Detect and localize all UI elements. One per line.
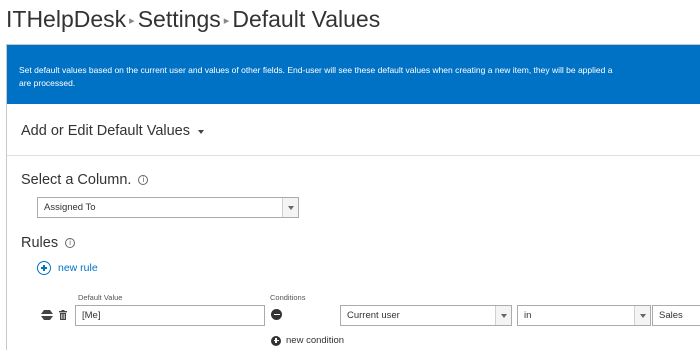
settings-panel: Set default values based on the current …	[6, 44, 700, 350]
new-condition-label: new condition	[286, 335, 345, 346]
rules-label: Rules	[21, 235, 59, 251]
new-condition-button[interactable]: new condition	[271, 335, 344, 346]
add-icon	[271, 335, 281, 346]
rules-label-row: Rules i	[21, 235, 76, 251]
breadcrumb-site-link[interactable]: ITHelpDesk	[6, 6, 126, 33]
breadcrumb: ITHelpDesk ▸ Settings ▸ Default Values	[6, 4, 380, 34]
remove-condition-icon[interactable]	[271, 309, 282, 320]
drag-handle-icon[interactable]	[41, 310, 53, 320]
dropdown-arrow-icon[interactable]	[495, 306, 511, 325]
dropdown-arrow-icon[interactable]	[282, 198, 298, 217]
chevron-down-icon[interactable]	[198, 130, 204, 134]
column-select-value: Assigned To	[44, 202, 96, 213]
default-value-text: [Me]	[82, 310, 101, 321]
breadcrumb-settings-link[interactable]: Settings	[138, 6, 221, 33]
section-divider	[7, 155, 700, 156]
condition-value-text: Sales	[659, 310, 683, 321]
select-column-label-row: Select a Column. i	[21, 172, 149, 188]
condition-field-select[interactable]: Current user	[340, 305, 512, 326]
page-title: Default Values	[232, 5, 381, 32]
dropdown-arrow-icon[interactable]	[634, 306, 650, 325]
conditions-header: Conditions	[270, 293, 306, 302]
banner-text-line-1: Set default values based on the current …	[19, 65, 613, 75]
add-circle-icon	[37, 261, 51, 275]
default-value-input[interactable]: [Me]	[75, 305, 265, 326]
condition-value-input[interactable]: Sales	[652, 305, 700, 326]
banner-text-line-2: are processed.	[19, 78, 76, 88]
section-header[interactable]: Add or Edit Default Values	[21, 123, 204, 139]
column-select[interactable]: Assigned To	[37, 197, 299, 218]
info-icon[interactable]: i	[138, 175, 149, 185]
new-rule-label: new rule	[58, 262, 98, 274]
breadcrumb-separator-icon: ▸	[223, 15, 230, 27]
default-value-header: Default Value	[78, 293, 123, 302]
section-title: Add or Edit Default Values	[21, 123, 190, 139]
condition-operator-value: in	[524, 310, 532, 321]
trash-icon[interactable]	[59, 310, 67, 320]
info-banner: Set default values based on the current …	[7, 45, 700, 104]
info-icon[interactable]: i	[65, 238, 76, 248]
condition-operator-select[interactable]: in	[517, 305, 651, 326]
breadcrumb-separator-icon: ▸	[129, 15, 135, 27]
select-column-label: Select a Column.	[21, 172, 132, 188]
condition-field-value: Current user	[347, 310, 400, 321]
new-rule-button[interactable]: new rule	[37, 261, 98, 275]
